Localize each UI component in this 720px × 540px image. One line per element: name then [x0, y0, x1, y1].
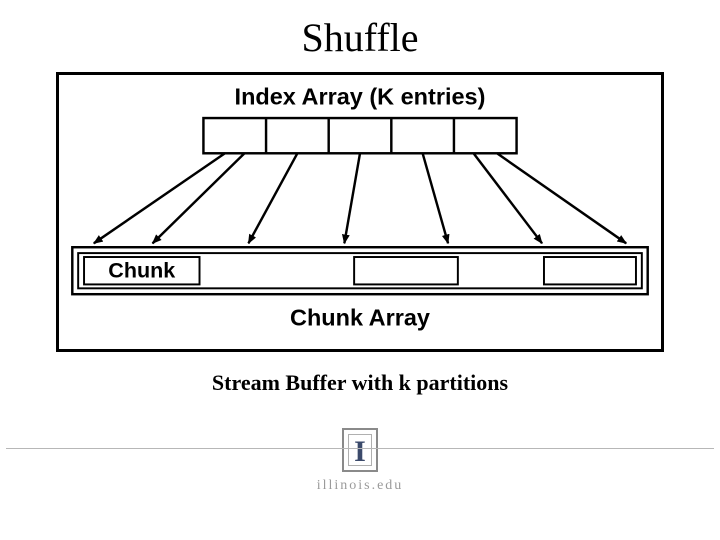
arrows [94, 153, 626, 243]
slide: Shuffle Index Array (K entries) [0, 0, 720, 540]
diagram-svg: Index Array (K entries) [59, 75, 661, 349]
index-array [203, 118, 516, 153]
footer-text: illinois.edu [0, 478, 720, 494]
footer-rule [6, 448, 714, 449]
chunk-label: Chunk [108, 259, 175, 283]
slide-title: Shuffle [0, 0, 720, 61]
logo: I [0, 428, 720, 477]
index-array-label: Index Array (K entries) [235, 83, 486, 109]
diagram-frame: Index Array (K entries) [56, 72, 664, 352]
chunk-array-label: Chunk Array [290, 305, 430, 331]
illinois-logo-icon: I [342, 428, 378, 472]
caption: Stream Buffer with k partitions [0, 370, 720, 396]
logo-letter: I [344, 430, 376, 474]
